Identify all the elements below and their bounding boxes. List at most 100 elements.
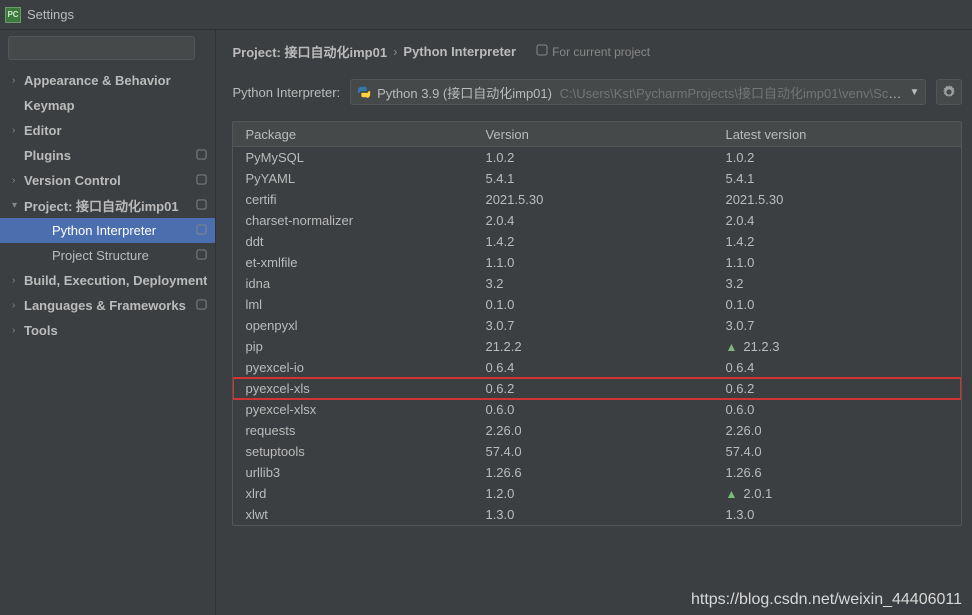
header-package[interactable]: Package bbox=[233, 127, 473, 142]
package-latest: 0.6.4 bbox=[713, 360, 961, 375]
table-row[interactable]: pyexcel-xls0.6.20.6.2 bbox=[233, 378, 961, 399]
scope-icon bbox=[196, 174, 207, 188]
project-scope-hint: For current project bbox=[536, 44, 650, 59]
scope-icon bbox=[536, 44, 548, 59]
table-row[interactable]: PyMySQL1.0.21.0.2 bbox=[233, 147, 961, 168]
sidebar-item-label: Languages & Frameworks bbox=[24, 298, 192, 313]
package-name: urllib3 bbox=[233, 465, 473, 480]
settings-sidebar: ›Appearance & BehaviorKeymap›EditorPlugi… bbox=[0, 30, 216, 615]
chevron-right-icon: › bbox=[12, 275, 24, 286]
packages-table: Package Version Latest version PyMySQL1.… bbox=[232, 121, 962, 526]
upgrade-available-icon: ▲ bbox=[725, 340, 737, 354]
table-row[interactable]: openpyxl3.0.73.0.7 bbox=[233, 315, 961, 336]
sidebar-item-version-control[interactable]: ›Version Control bbox=[0, 168, 215, 193]
package-latest: 3.2 bbox=[713, 276, 961, 291]
chevron-down-icon: ▾ bbox=[12, 200, 24, 211]
interpreter-label: Python Interpreter: bbox=[232, 85, 340, 100]
package-version: 5.4.1 bbox=[473, 171, 713, 186]
sidebar-item-project-imp01[interactable]: ▾Project: 接口自动化imp01 bbox=[0, 193, 215, 218]
interpreter-path: C:\Users\Kst\PycharmProjects\接口自动化imp01\… bbox=[560, 86, 904, 101]
package-name: pip bbox=[233, 339, 473, 354]
package-name: setuptools bbox=[233, 444, 473, 459]
package-name: ddt bbox=[233, 234, 473, 249]
package-version: 0.6.0 bbox=[473, 402, 713, 417]
sidebar-item-label: Project Structure bbox=[52, 248, 192, 263]
package-latest: 5.4.1 bbox=[713, 171, 961, 186]
package-name: lml bbox=[233, 297, 473, 312]
package-name: certifi bbox=[233, 192, 473, 207]
sidebar-item-keymap[interactable]: Keymap bbox=[0, 93, 215, 118]
scope-icon bbox=[196, 224, 207, 238]
chevron-right-icon: › bbox=[12, 325, 24, 336]
header-version[interactable]: Version bbox=[473, 127, 713, 142]
sidebar-item-tools[interactable]: ›Tools bbox=[0, 318, 215, 343]
app-icon: PC bbox=[5, 7, 21, 23]
interpreter-name: Python 3.9 (接口自动化imp01) bbox=[377, 86, 552, 101]
table-row[interactable]: urllib31.26.61.26.6 bbox=[233, 462, 961, 483]
package-latest: ▲21.2.3 bbox=[713, 339, 961, 354]
package-version: 2.0.4 bbox=[473, 213, 713, 228]
sidebar-item-label: Editor bbox=[24, 123, 207, 138]
table-row[interactable]: pip21.2.2▲21.2.3 bbox=[233, 336, 961, 357]
interpreter-settings-button[interactable] bbox=[936, 79, 962, 105]
package-version: 1.26.6 bbox=[473, 465, 713, 480]
table-row[interactable]: idna3.23.2 bbox=[233, 273, 961, 294]
package-latest: 1.3.0 bbox=[713, 507, 961, 522]
window-title: Settings bbox=[27, 7, 74, 22]
package-version: 2.26.0 bbox=[473, 423, 713, 438]
package-version: 1.1.0 bbox=[473, 255, 713, 270]
table-header-row: Package Version Latest version bbox=[233, 122, 961, 147]
package-name: xlwt bbox=[233, 507, 473, 522]
table-row[interactable]: pyexcel-io0.6.40.6.4 bbox=[233, 357, 961, 378]
scope-icon bbox=[196, 249, 207, 263]
sidebar-item-appearance-behavior[interactable]: ›Appearance & Behavior bbox=[0, 68, 215, 93]
interpreter-dropdown[interactable]: Python 3.9 (接口自动化imp01) C:\Users\Kst\Pyc… bbox=[350, 79, 926, 105]
settings-tree: ›Appearance & BehaviorKeymap›EditorPlugi… bbox=[0, 68, 215, 343]
search-input[interactable] bbox=[8, 36, 195, 60]
sidebar-item-label: Build, Execution, Deployment bbox=[24, 273, 207, 288]
table-row[interactable]: PyYAML5.4.15.4.1 bbox=[233, 168, 961, 189]
package-latest: ▲2.0.1 bbox=[713, 486, 961, 501]
package-name: et-xmlfile bbox=[233, 255, 473, 270]
sidebar-item-plugins[interactable]: Plugins bbox=[0, 143, 215, 168]
sidebar-item-languages-frameworks[interactable]: ›Languages & Frameworks bbox=[0, 293, 215, 318]
sidebar-item-build-execution-deployment[interactable]: ›Build, Execution, Deployment bbox=[0, 268, 215, 293]
scope-icon bbox=[196, 299, 207, 313]
sidebar-item-python-interpreter[interactable]: Python Interpreter bbox=[0, 218, 215, 243]
table-row[interactable]: certifi2021.5.302021.5.30 bbox=[233, 189, 961, 210]
package-version: 57.4.0 bbox=[473, 444, 713, 459]
table-row[interactable]: et-xmlfile1.1.01.1.0 bbox=[233, 252, 961, 273]
chevron-right-icon: › bbox=[12, 175, 24, 186]
table-row[interactable]: xlrd1.2.0▲2.0.1 bbox=[233, 483, 961, 504]
table-row[interactable]: charset-normalizer2.0.42.0.4 bbox=[233, 210, 961, 231]
package-name: charset-normalizer bbox=[233, 213, 473, 228]
sidebar-item-editor[interactable]: ›Editor bbox=[0, 118, 215, 143]
chevron-down-icon: ▼ bbox=[909, 87, 919, 98]
sidebar-item-label: Project: 接口自动化imp01 bbox=[24, 196, 192, 215]
sidebar-item-label: Plugins bbox=[24, 148, 192, 163]
package-name: xlrd bbox=[233, 486, 473, 501]
table-row[interactable]: xlwt1.3.01.3.0 bbox=[233, 504, 961, 525]
titlebar: PC Settings bbox=[0, 0, 972, 30]
python-icon bbox=[357, 85, 371, 99]
sidebar-item-label: Appearance & Behavior bbox=[24, 73, 207, 88]
sidebar-item-project-structure[interactable]: Project Structure bbox=[0, 243, 215, 268]
package-name: requests bbox=[233, 423, 473, 438]
header-latest[interactable]: Latest version bbox=[713, 127, 961, 142]
package-latest: 0.1.0 bbox=[713, 297, 961, 312]
package-name: pyexcel-xls bbox=[233, 381, 473, 396]
scope-icon bbox=[196, 149, 207, 163]
table-row[interactable]: pyexcel-xlsx0.6.00.6.0 bbox=[233, 399, 961, 420]
table-row[interactable]: requests2.26.02.26.0 bbox=[233, 420, 961, 441]
package-latest: 0.6.0 bbox=[713, 402, 961, 417]
table-row[interactable]: setuptools57.4.057.4.0 bbox=[233, 441, 961, 462]
project-scope-label: For current project bbox=[552, 45, 650, 59]
table-row[interactable]: ddt1.4.21.4.2 bbox=[233, 231, 961, 252]
content-pane: Project: 接口自动化imp01 › Python Interpreter… bbox=[216, 30, 972, 615]
package-latest: 0.6.2 bbox=[713, 381, 961, 396]
table-row[interactable]: lml0.1.00.1.0 bbox=[233, 294, 961, 315]
chevron-right-icon: › bbox=[12, 125, 24, 136]
package-version: 3.0.7 bbox=[473, 318, 713, 333]
package-name: idna bbox=[233, 276, 473, 291]
package-latest: 57.4.0 bbox=[713, 444, 961, 459]
